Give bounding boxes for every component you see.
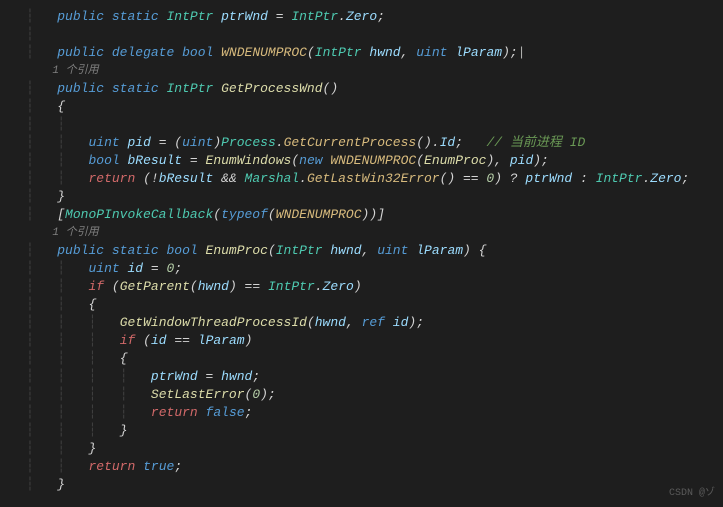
code-line[interactable]: ┆ ┆ bool bResult = EnumWindows(new WNDEN…: [26, 152, 723, 170]
code-line[interactable]: ┆ ┆ uint pid = (uint)Process.GetCurrentP…: [26, 134, 723, 152]
code-line[interactable]: ┆ ┆: [26, 116, 723, 134]
code-line[interactable]: ┆ }: [26, 188, 723, 206]
code-line[interactable]: ┆ ┆ ┆ ┆ ptrWnd = hwnd;: [26, 368, 723, 386]
code-line[interactable]: ┆ ┆ ┆ }: [26, 422, 723, 440]
code-line[interactable]: ┆ public static IntPtr GetProcessWnd(): [26, 80, 723, 98]
code-line[interactable]: ┆ ┆ ┆ ┆ return false;: [26, 404, 723, 422]
code-line[interactable]: ┆ ┆ ┆ ┆ SetLastError(0);: [26, 386, 723, 404]
code-line[interactable]: ┆ ┆ uint id = 0;: [26, 260, 723, 278]
code-line[interactable]: ┆ [MonoPInvokeCallback(typeof(WNDENUMPRO…: [26, 206, 723, 224]
code-line[interactable]: ┆ ┆ ┆ if (id == lParam): [26, 332, 723, 350]
code-line[interactable]: ┆ {: [26, 98, 723, 116]
code-line[interactable]: ┆ ┆ return true;: [26, 458, 723, 476]
codelens-hint[interactable]: 1 个引用: [26, 224, 723, 242]
code-line[interactable]: ┆ }: [26, 476, 723, 494]
code-line[interactable]: ┆ ┆ ┆ GetWindowThreadProcessId(hwnd, ref…: [26, 314, 723, 332]
watermark: CSDN @ゾ: [669, 485, 715, 503]
code-line[interactable]: ┆ ┆ }: [26, 440, 723, 458]
code-line[interactable]: ┆ public delegate bool WNDENUMPROC(IntPt…: [26, 44, 723, 62]
code-line[interactable]: ┆ ┆ return (!bResult && Marshal.GetLastW…: [26, 170, 723, 188]
code-line[interactable]: ┆ ┆ if (GetParent(hwnd) == IntPtr.Zero): [26, 278, 723, 296]
code-line[interactable]: ┆ ┆ ┆ {: [26, 350, 723, 368]
code-line[interactable]: ┆ public static bool EnumProc(IntPtr hwn…: [26, 242, 723, 260]
code-line[interactable]: ┆ ┆ {: [26, 296, 723, 314]
code-line[interactable]: ┆: [26, 26, 723, 44]
codelens-hint[interactable]: 1 个引用: [26, 62, 723, 80]
code-line[interactable]: ┆ public static IntPtr ptrWnd = IntPtr.Z…: [26, 8, 723, 26]
